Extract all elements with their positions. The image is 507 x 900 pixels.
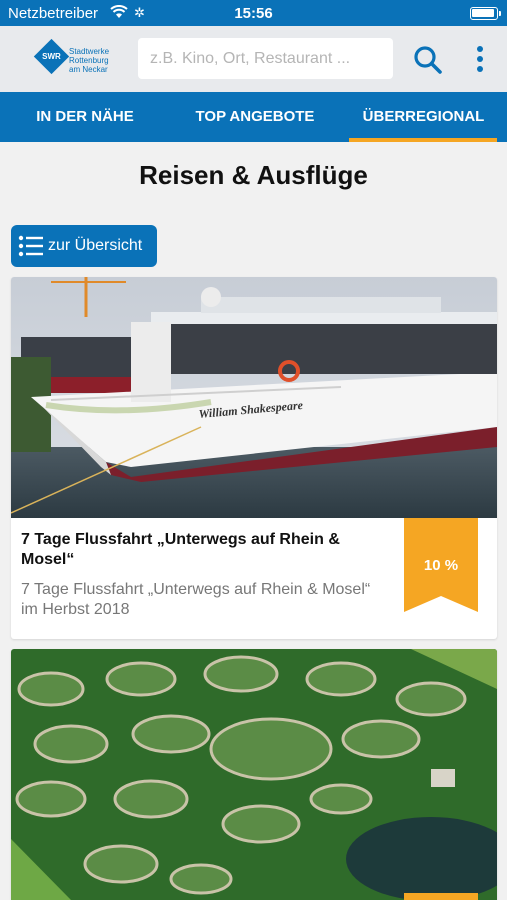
logo: SWR Stadtwerke Rottenburg am Neckar [33, 38, 116, 76]
battery-icon [470, 7, 501, 20]
logo-name: Stadtwerke Rottenburg am Neckar [69, 47, 110, 74]
card-description: 7 Tage Flussfahrt „Unterwegs auf Rhein &… [21, 581, 371, 618]
list-icon [18, 235, 44, 257]
tab-ueberregional[interactable]: ÜBERREGIONAL [340, 92, 507, 142]
river-cruise-ship-image: William Shakespeare [11, 277, 497, 518]
search-input[interactable] [138, 38, 393, 79]
overview-button-label: zur Übersicht [48, 237, 143, 254]
tab-bar: IN DER NÄHE TOP ANGEBOTE ÜBERREGIONAL [0, 92, 507, 142]
search-icon[interactable] [412, 44, 444, 76]
overview-button[interactable]: zur Übersicht [11, 225, 157, 267]
more-options-icon[interactable] [468, 42, 492, 76]
tab-in-der-naehe[interactable]: IN DER NÄHE [0, 92, 170, 142]
offer-card[interactable]: William Shakespeare 7 Tage Flussfahrt „U… [11, 277, 497, 639]
logo-badge-text: SWR [42, 52, 61, 61]
discount-ribbon [404, 893, 478, 900]
tab-top-angebote[interactable]: TOP ANGEBOTE [170, 92, 340, 142]
campsite-aerial-image [11, 649, 497, 900]
active-tab-indicator [349, 138, 497, 142]
page-title: Reisen & Ausflüge [139, 160, 368, 190]
app-header: SWR Stadtwerke Rottenburg am Neckar [0, 26, 507, 92]
card-title: 7 Tage Flussfahrt „Unterwegs auf Rhein &… [21, 531, 340, 568]
status-time: 15:56 [234, 5, 273, 22]
discount-badge: 10 % [423, 557, 459, 574]
status-bar: Netzbetreiber ✲ 15:56 [0, 0, 507, 26]
offer-card[interactable] [11, 649, 497, 900]
